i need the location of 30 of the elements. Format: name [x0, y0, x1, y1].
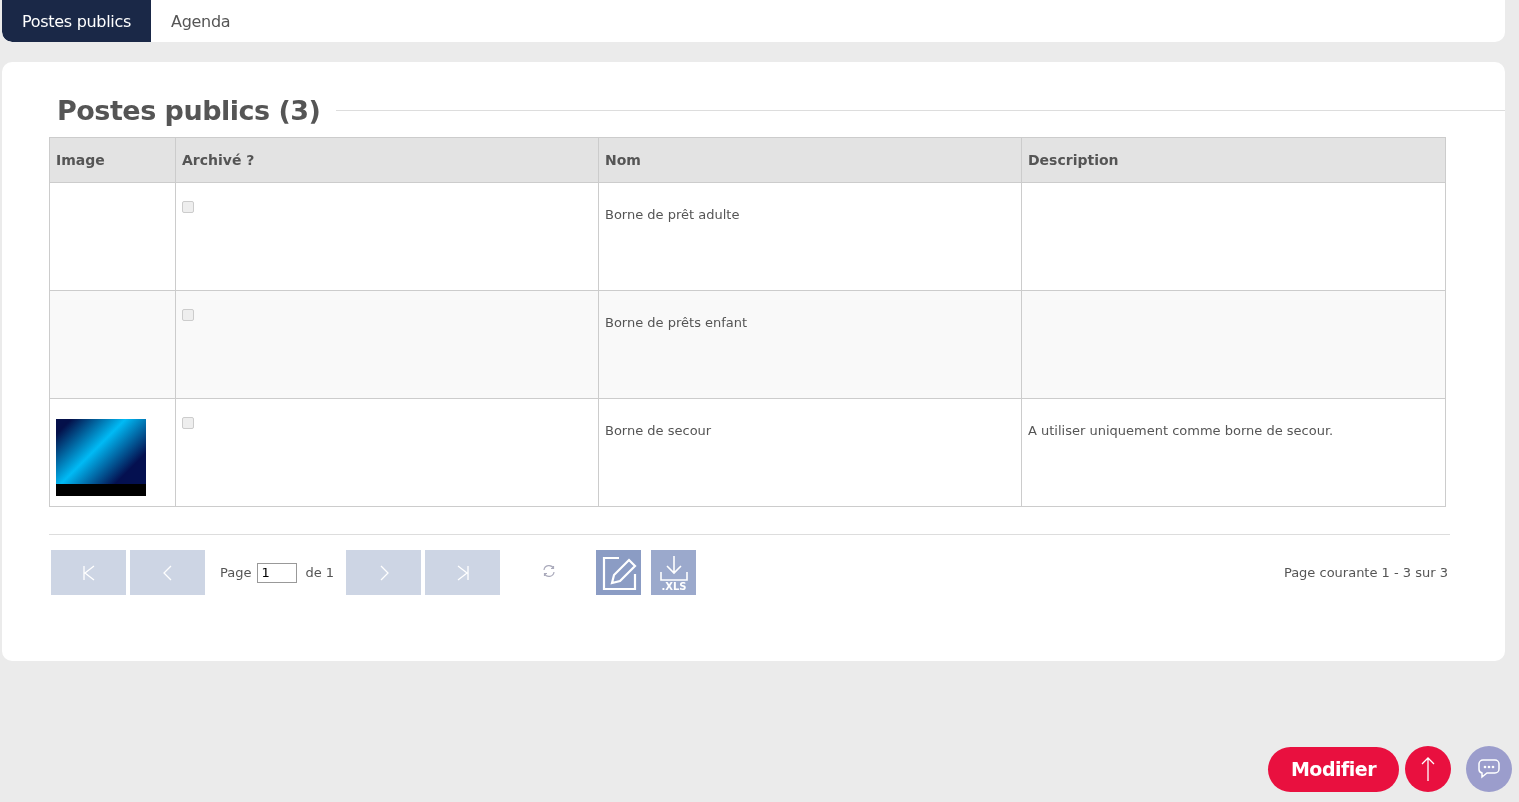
first-page-icon — [80, 564, 97, 581]
page-label: Page — [220, 565, 252, 580]
refresh-icon[interactable] — [542, 564, 557, 578]
checkbox[interactable] — [182, 309, 194, 321]
table-cell: Borne de prêt adulte — [598, 182, 1022, 291]
page-count: de 1 — [305, 565, 335, 580]
arrow-up-icon — [1420, 756, 1436, 782]
next-page-button[interactable] — [346, 550, 422, 595]
last-page-button[interactable] — [425, 550, 501, 595]
previous-page-button[interactable] — [130, 550, 205, 595]
table-cell: Borne de prêts enfant — [598, 290, 1022, 399]
checkbox[interactable] — [182, 201, 194, 213]
page-input[interactable]: 1 — [257, 562, 298, 583]
chat-button[interactable] — [1466, 746, 1512, 792]
column-header: Archivé ? — [175, 137, 599, 183]
first-page-button[interactable] — [51, 550, 126, 595]
table-cell: A utiliser uniquement comme borne de secour. — [1021, 398, 1446, 507]
chat-icon — [1477, 758, 1501, 780]
scroll-top-button[interactable] — [1405, 746, 1451, 792]
column-header: Nom — [598, 137, 1022, 183]
file-type-label: .XLS — [661, 580, 687, 592]
checkbox[interactable] — [182, 417, 194, 429]
tab[interactable]: Postes publics — [2, 0, 152, 42]
column-header: Image — [49, 137, 176, 183]
table-cell: Borne de secour — [598, 398, 1022, 507]
panel-title: Postes publics (3) — [57, 94, 321, 126]
column-header: Description — [1021, 137, 1446, 183]
modify-button[interactable]: Modifier — [1268, 746, 1399, 792]
page-summary: Page courante 1 - 3 sur 3 — [1283, 565, 1448, 580]
edit-button[interactable] — [596, 550, 642, 595]
